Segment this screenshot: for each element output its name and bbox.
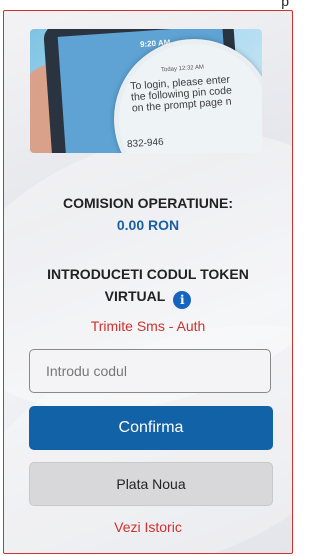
confirm-button[interactable]: Confirma <box>29 406 273 450</box>
fee-value: 0.00 RON <box>116 217 180 233</box>
card-content: COMISION OPERATIUNE: 0.00 RON INTRODUCET… <box>4 11 292 553</box>
top-text-fragment: p <box>281 0 290 9</box>
send-sms-link[interactable]: Trimite Sms - Auth <box>4 318 292 334</box>
code-input[interactable] <box>29 349 271 393</box>
token-title-line-2-text: VIRTUAL <box>104 288 166 304</box>
new-payment-button[interactable]: Plata Noua <box>29 462 273 506</box>
token-title: INTRODUCETI CODUL TOKEN VIRTUAL i <box>24 263 272 309</box>
fee-label: COMISION OPERATIUNE: <box>62 195 234 211</box>
top-strip: p <box>0 0 296 10</box>
token-title-line-1: INTRODUCETI CODUL TOKEN <box>47 266 249 282</box>
info-icon[interactable]: i <box>173 291 192 309</box>
token-auth-card: 9:20 AM Today 12:32 AM To login, please … <box>3 10 293 554</box>
view-history-link[interactable]: Vezi Istoric <box>4 519 292 535</box>
token-title-line-2: VIRTUAL i <box>24 285 272 309</box>
